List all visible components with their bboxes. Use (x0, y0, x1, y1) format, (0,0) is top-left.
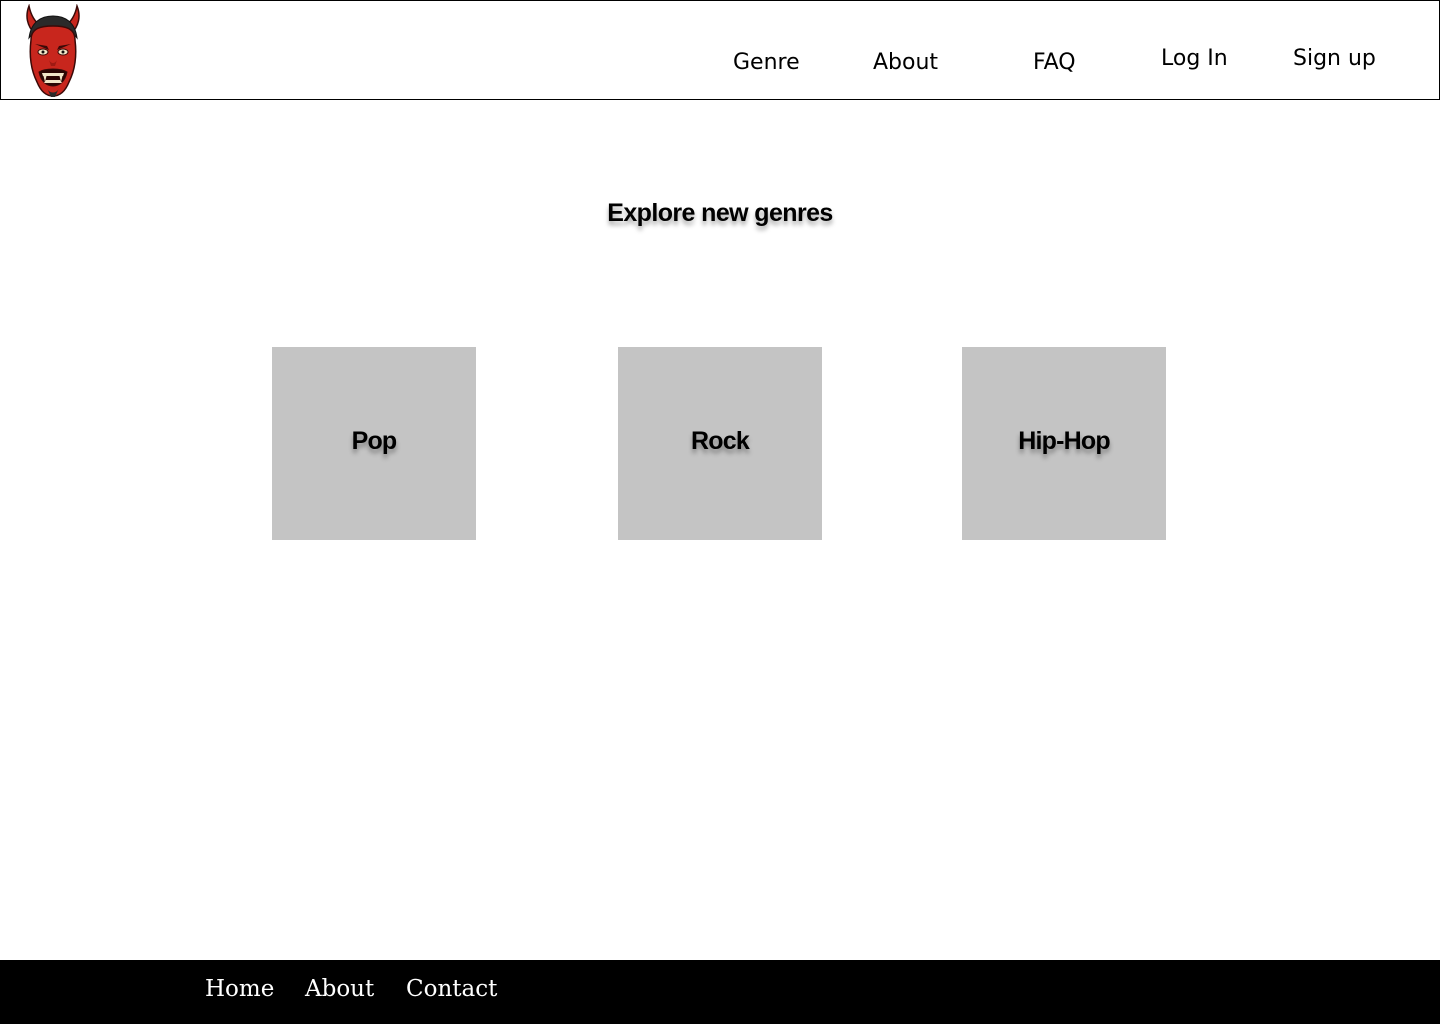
footer-about-link[interactable]: About (305, 976, 374, 1002)
signup-link[interactable]: Sign up (1293, 46, 1376, 71)
genre-card-label: Rock (691, 427, 750, 455)
genre-card-rock[interactable]: Rock (618, 347, 822, 540)
login-link[interactable]: Log In (1161, 46, 1228, 71)
footer-home-link[interactable]: Home (205, 976, 274, 1002)
page-title: Explore new genres (607, 199, 833, 227)
nav-about-link[interactable]: About (873, 50, 938, 75)
nav-faq-link[interactable]: FAQ (1033, 50, 1076, 75)
footer-contact-link[interactable]: Contact (406, 976, 497, 1002)
oni-mask-logo-icon[interactable] (19, 3, 87, 98)
genre-card-label: Hip-Hop (1018, 427, 1110, 455)
genre-card-pop[interactable]: Pop (272, 347, 476, 540)
site-header: Genre About FAQ Log In Sign up (0, 0, 1440, 100)
genre-card-hip-hop[interactable]: Hip-Hop (962, 347, 1166, 540)
genre-card-label: Pop (351, 427, 398, 455)
site-footer: Home About Contact (0, 960, 1440, 1024)
nav-genre-link[interactable]: Genre (733, 50, 800, 75)
